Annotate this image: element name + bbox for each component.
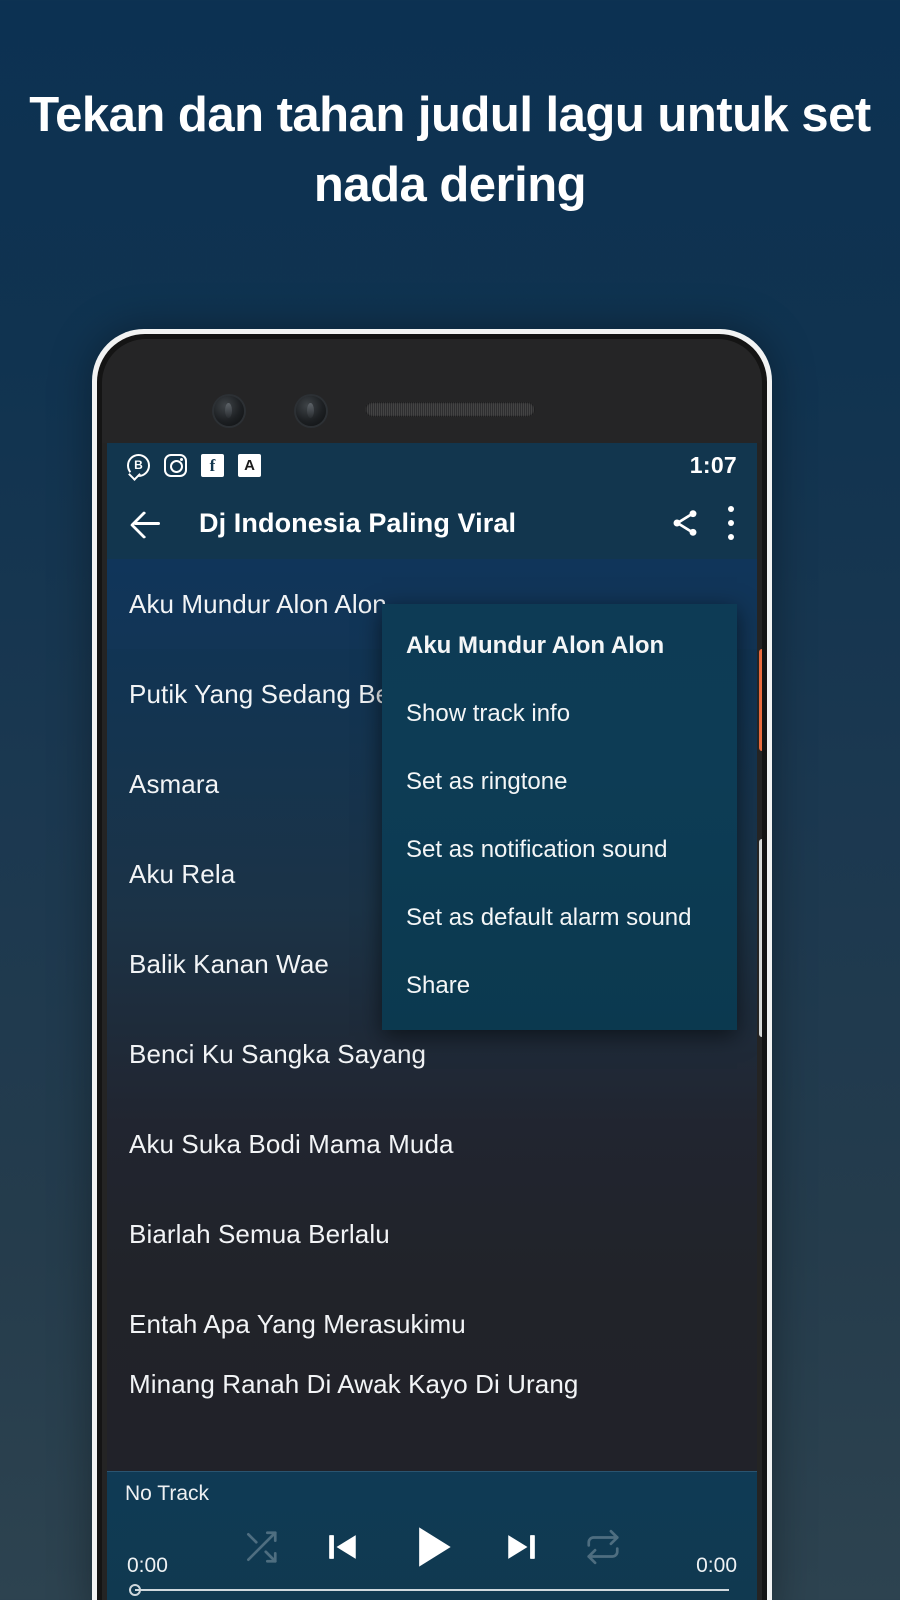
share-icon[interactable] xyxy=(669,507,701,539)
progress-track xyxy=(135,1589,729,1591)
duration-time: 0:00 xyxy=(696,1554,737,1577)
app-bar-title: Dj Indonesia Paling Viral xyxy=(199,507,517,538)
play-button[interactable] xyxy=(404,1519,460,1575)
phone-top-hardware xyxy=(102,339,762,443)
player-track-title: No Track xyxy=(125,1482,210,1505)
context-menu-item-set-as-ringtone[interactable]: Set as ringtone xyxy=(382,748,737,816)
status-bar: B f A 1:07 xyxy=(107,443,757,487)
repeat-icon[interactable] xyxy=(584,1528,622,1566)
volume-button[interactable] xyxy=(759,839,762,1037)
song-title: Aku Suka Bodi Mama Muda xyxy=(129,1128,454,1159)
list-item[interactable]: Aku Suka Bodi Mama Muda xyxy=(107,1099,757,1189)
next-track-icon[interactable] xyxy=(500,1525,544,1569)
app-bar: Dj Indonesia Paling Viral xyxy=(107,487,757,559)
phone-body: B f A 1:07 Dj Indonesia Paling Viral Aku… xyxy=(102,339,762,1600)
song-title: Aku Mundur Alon Alon xyxy=(129,588,387,619)
song-title: Balik Kanan Wae xyxy=(129,948,329,979)
progress-thumb[interactable] xyxy=(129,1584,141,1596)
context-menu-item-share[interactable]: Share xyxy=(382,952,737,1020)
player-bar: No Track 0:00 0:00 xyxy=(107,1471,757,1600)
context-menu: Aku Mundur Alon Alon Show track info Set… xyxy=(382,604,737,1030)
list-item[interactable]: Biarlah Semua Berlalu xyxy=(107,1189,757,1279)
earpiece-speaker-icon xyxy=(365,402,535,417)
phone-bezel: B f A 1:07 Dj Indonesia Paling Viral Aku… xyxy=(97,334,767,1600)
song-title: Biarlah Semua Berlalu xyxy=(129,1218,390,1249)
power-button[interactable] xyxy=(759,649,762,751)
elapsed-time: 0:00 xyxy=(127,1554,168,1577)
song-title: Aku Rela xyxy=(129,858,236,889)
phone-mockup: B f A 1:07 Dj Indonesia Paling Viral Aku… xyxy=(92,329,772,1600)
song-title: Minang Ranah Di Awak Kayo Di Urang xyxy=(129,1369,579,1399)
context-menu-item-set-as-default-alarm-sound[interactable]: Set as default alarm sound xyxy=(382,884,737,952)
front-camera-icon xyxy=(214,396,244,426)
app-bar-actions xyxy=(669,506,735,540)
player-controls: 0:00 0:00 xyxy=(125,1512,739,1582)
context-menu-header: Aku Mundur Alon Alon xyxy=(406,632,665,659)
notification-icons: B f A xyxy=(127,453,261,477)
progress-slider[interactable] xyxy=(125,1580,739,1600)
song-title: Entah Apa Yang Merasukimu xyxy=(129,1308,466,1339)
song-title: Putik Yang Sedang Be xyxy=(129,678,391,709)
instagram-icon xyxy=(164,453,187,477)
front-camera-secondary-icon xyxy=(296,396,326,426)
context-menu-item-show-track-info[interactable]: Show track info xyxy=(382,680,737,748)
phone-screen: B f A 1:07 Dj Indonesia Paling Viral Aku… xyxy=(107,443,757,1600)
list-item[interactable]: Minang Ranah Di Awak Kayo Di Urang xyxy=(107,1369,757,1409)
song-title: Asmara xyxy=(129,768,220,799)
page-title: Tekan dan tahan judul lagu untuk set nad… xyxy=(29,88,871,212)
song-list[interactable]: Aku Mundur Alon Alon Putik Yang Sedang B… xyxy=(107,559,757,1471)
back-arrow-icon[interactable] xyxy=(129,505,165,541)
overflow-menu-icon[interactable] xyxy=(727,506,735,540)
list-item[interactable]: Entah Apa Yang Merasukimu xyxy=(107,1279,757,1369)
song-title: Benci Ku Sangka Sayang xyxy=(129,1038,427,1069)
bbm-chat-icon: B xyxy=(127,453,150,477)
context-menu-item-set-as-notification-sound[interactable]: Set as notification sound xyxy=(382,816,737,884)
shuffle-icon[interactable] xyxy=(242,1528,280,1566)
status-bar-clock: 1:07 xyxy=(689,451,737,478)
app-badge-icon: A xyxy=(238,453,261,477)
facebook-icon: f xyxy=(201,453,224,477)
previous-track-icon[interactable] xyxy=(320,1525,364,1569)
